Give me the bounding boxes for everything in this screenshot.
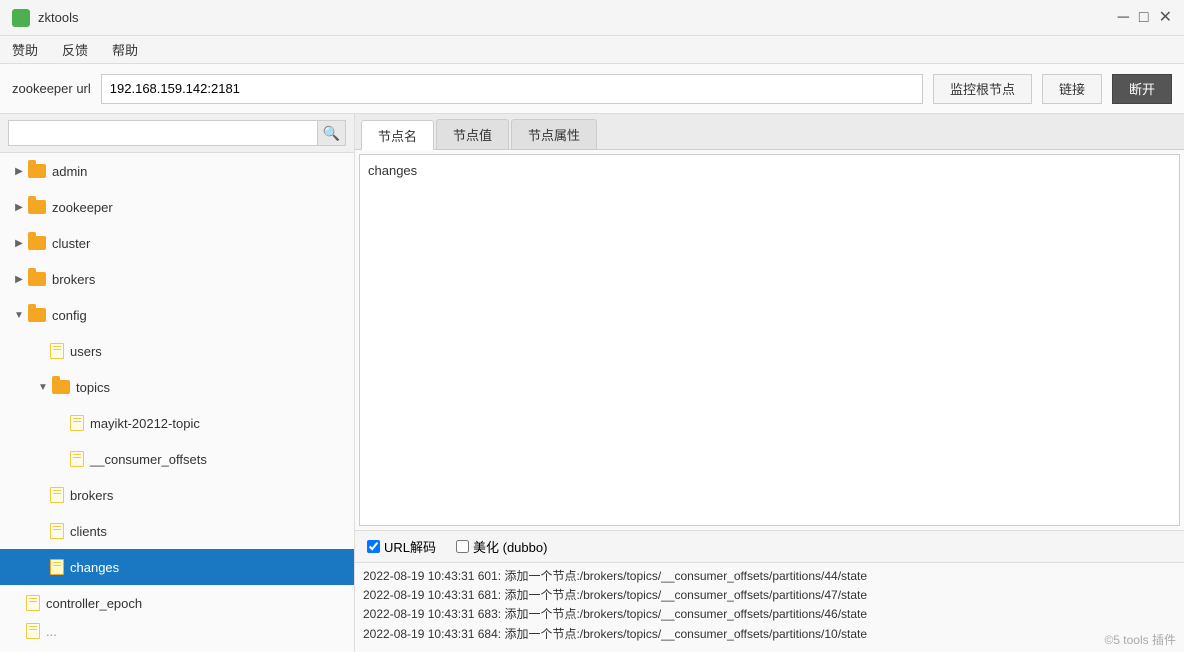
file-icon <box>50 523 64 539</box>
node-content-text: changes <box>368 163 417 178</box>
folder-icon <box>28 272 46 286</box>
tree-item-zookeeper[interactable]: ▶ zookeeper <box>0 189 354 225</box>
log-line-4: 2022-08-19 10:43:31 684: 添加一个节点:/brokers… <box>363 625 1176 644</box>
url-decode-label: URL解码 <box>384 537 436 556</box>
folder-icon <box>28 200 46 214</box>
tree-item-topics[interactable]: ▼ topics <box>0 369 354 405</box>
tab-node-name[interactable]: 节点名 <box>361 120 434 150</box>
log-line-1: 2022-08-19 10:43:31 601: 添加一个节点:/brokers… <box>363 567 1176 586</box>
close-button[interactable]: ✕ <box>1159 10 1172 26</box>
toolbar-zk-label: zookeeper url <box>12 81 91 96</box>
tree-item-cluster[interactable]: ▶ cluster <box>0 225 354 261</box>
folder-icon <box>52 380 70 394</box>
tabs-bar: 节点名 节点值 节点属性 <box>355 114 1184 150</box>
right-panel: 节点名 节点值 节点属性 changes URL解码 美化 (dubbo) 20… <box>355 114 1184 652</box>
beautify-label: 美化 (dubbo) <box>473 537 547 556</box>
file-icon <box>70 451 84 467</box>
tree-item-changes[interactable]: changes <box>0 549 354 585</box>
chevron-down-icon: ▼ <box>12 308 26 322</box>
folder-icon <box>28 308 46 322</box>
zookeeper-url-input[interactable] <box>101 74 923 104</box>
tree-item-label: users <box>70 344 102 359</box>
chevron-right-icon: ▶ <box>12 200 26 214</box>
file-icon <box>50 559 64 575</box>
beautify-option[interactable]: 美化 (dubbo) <box>456 537 547 556</box>
menu-item-help1[interactable]: 赞助 <box>8 38 42 61</box>
log-area: 2022-08-19 10:43:31 601: 添加一个节点:/brokers… <box>355 562 1184 652</box>
tree-item-controller-epoch[interactable]: controller_epoch <box>0 585 354 621</box>
tree-item-label: zookeeper <box>52 200 113 215</box>
maximize-button[interactable]: □ <box>1139 10 1149 26</box>
url-decode-checkbox[interactable] <box>367 540 380 553</box>
bottom-options-bar: URL解码 美化 (dubbo) <box>355 530 1184 562</box>
tree-item-label: mayikt-20212-topic <box>90 416 200 431</box>
tree-item-label: ... <box>46 624 57 639</box>
title-bar: zktools ─ □ ✕ <box>0 0 1184 36</box>
sidebar: 🔍 ▶ admin ▶ zookeeper ▶ cluster <box>0 114 355 652</box>
chevron-right-icon: ▶ <box>12 272 26 286</box>
folder-icon <box>28 164 46 178</box>
tree-item-label: admin <box>52 164 87 179</box>
tree-item-label: config <box>52 308 87 323</box>
disconnect-button[interactable]: 断开 <box>1112 74 1172 104</box>
file-icon <box>50 487 64 503</box>
connect-button[interactable]: 链接 <box>1042 74 1102 104</box>
tree-item-users[interactable]: users <box>0 333 354 369</box>
tree-item-consumer-offsets[interactable]: __consumer_offsets <box>0 441 354 477</box>
menu-bar: 赞助 反馈 帮助 <box>0 36 1184 64</box>
file-icon <box>26 623 40 639</box>
sidebar-tree: ▶ admin ▶ zookeeper ▶ cluster ▶ brokers <box>0 153 354 652</box>
monitor-root-button[interactable]: 监控根节点 <box>933 74 1032 104</box>
tree-item-brokers2[interactable]: brokers <box>0 477 354 513</box>
menu-item-help2[interactable]: 帮助 <box>108 38 142 61</box>
toolbar: zookeeper url 监控根节点 链接 断开 <box>0 64 1184 114</box>
title-bar-controls: ─ □ ✕ <box>1118 10 1172 26</box>
app-title: zktools <box>38 10 78 25</box>
tree-item-clients[interactable]: clients <box>0 513 354 549</box>
tree-item-label: topics <box>76 380 110 395</box>
tab-node-value[interactable]: 节点值 <box>436 119 509 149</box>
menu-item-feedback[interactable]: 反馈 <box>58 38 92 61</box>
main-area: 🔍 ▶ admin ▶ zookeeper ▶ cluster <box>0 114 1184 652</box>
node-content-area: changes <box>359 154 1180 526</box>
log-line-2: 2022-08-19 10:43:31 681: 添加一个节点:/brokers… <box>363 586 1176 605</box>
tree-item-label: clients <box>70 524 107 539</box>
tree-item-label: changes <box>70 560 119 575</box>
search-button[interactable]: 🔍 <box>318 120 346 146</box>
chevron-right-icon: ▶ <box>12 236 26 250</box>
chevron-down-icon: ▼ <box>36 380 50 394</box>
log-watermark: ©5 tools 插件 <box>1104 631 1176 648</box>
log-line-3: 2022-08-19 10:43:31 683: 添加一个节点:/brokers… <box>363 605 1176 624</box>
chevron-right-icon: ▶ <box>12 164 26 178</box>
search-input[interactable] <box>8 120 318 146</box>
file-icon <box>70 415 84 431</box>
tree-item-label: __consumer_offsets <box>90 452 207 467</box>
tree-item-mayikt-topic[interactable]: mayikt-20212-topic <box>0 405 354 441</box>
url-decode-option[interactable]: URL解码 <box>367 537 436 556</box>
tree-item-last[interactable]: ... <box>0 621 354 641</box>
tree-item-config[interactable]: ▼ config <box>0 297 354 333</box>
folder-icon <box>28 236 46 250</box>
app-icon <box>12 9 30 27</box>
tab-node-attrs[interactable]: 节点属性 <box>511 119 597 149</box>
title-bar-left: zktools <box>12 9 78 27</box>
beautify-checkbox[interactable] <box>456 540 469 553</box>
minimize-button[interactable]: ─ <box>1118 10 1129 26</box>
file-icon <box>50 343 64 359</box>
file-icon <box>26 595 40 611</box>
tree-item-label: cluster <box>52 236 90 251</box>
tree-item-admin[interactable]: ▶ admin <box>0 153 354 189</box>
tree-item-label: brokers <box>52 272 95 287</box>
tree-item-label: controller_epoch <box>46 596 142 611</box>
sidebar-search-bar: 🔍 <box>0 114 354 153</box>
tree-item-brokers[interactable]: ▶ brokers <box>0 261 354 297</box>
tree-item-label: brokers <box>70 488 113 503</box>
